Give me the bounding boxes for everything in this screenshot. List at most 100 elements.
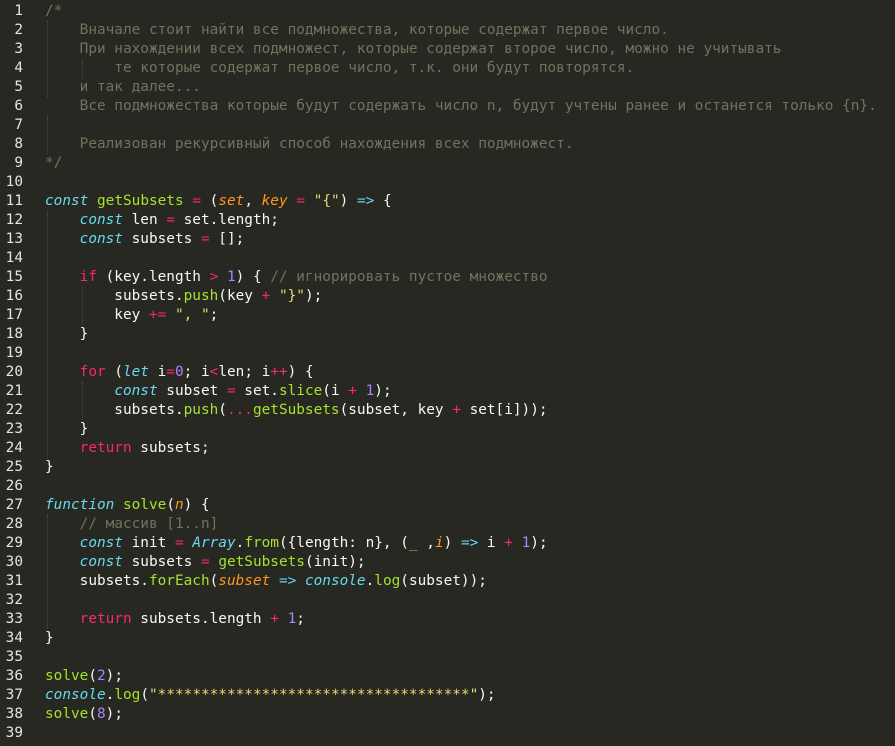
code-line: Все подмножества которые будут содержать…: [45, 97, 877, 116]
code-editor[interactable]: 1 2 3 4 5 6 7 8 9 10 11 12 13 14 15 16 17 18 19 20 21 22 23 24 2…: [0, 0, 895, 746]
code-line: const init = Array.from({length: n}, (_ …: [45, 534, 548, 553]
line-number: 32: [5, 592, 23, 608]
code-line: }: [45, 458, 54, 477]
code-token: =: [226, 383, 236, 399]
code-line: function solve(n) {: [45, 496, 210, 515]
code-token: и так далее...: [45, 79, 201, 95]
line-number: 24: [5, 440, 23, 456]
code-line: */: [45, 154, 62, 173]
code-token: ) {: [183, 497, 210, 513]
line-number: 26: [5, 478, 23, 494]
code-token: +=: [148, 307, 167, 323]
code-token: // массив [1..n]: [79, 516, 219, 532]
code-token: 1: [226, 269, 236, 285]
code-token: {: [374, 193, 392, 209]
code-token: 0: [174, 364, 184, 380]
code-token: .: [235, 535, 245, 551]
code-token: set: [218, 193, 245, 209]
code-token: ;: [209, 307, 219, 323]
code-token: set.: [235, 383, 279, 399]
code-line: if (key.length > 1) { // игнорировать пу…: [45, 268, 548, 287]
code-token: key: [45, 307, 149, 323]
code-token: 8: [97, 706, 106, 722]
code-token: subsets.: [45, 573, 149, 589]
code-token: "}": [278, 288, 305, 304]
line-number: 28: [5, 516, 23, 532]
line-number: 6: [14, 98, 23, 114]
code-token: return: [79, 611, 132, 627]
line-number: 29: [5, 535, 23, 551]
code-token: const: [45, 193, 89, 209]
code-line: subsets.forEach(subset => console.log(su…: [45, 572, 487, 591]
code-token: const: [79, 554, 123, 570]
line-number: 22: [5, 402, 23, 418]
line-number: 8: [14, 136, 23, 152]
code-token: (init);: [304, 554, 366, 570]
code-token: +: [270, 611, 279, 627]
code-token: solve: [45, 706, 89, 722]
code-token: (subset, key: [339, 402, 453, 418]
code-token: ...: [226, 402, 253, 418]
indent-guide: [47, 116, 48, 154]
code-token: let: [122, 364, 149, 380]
code-token: "************************************": [149, 687, 479, 703]
code-token: }: [45, 326, 89, 342]
indent-guide: [81, 287, 83, 325]
code-token: 1: [521, 535, 531, 551]
code-token: const: [79, 212, 123, 228]
code-token: "{": [313, 193, 340, 209]
code-token: init: [122, 535, 175, 551]
code-line: solve(2);: [45, 667, 123, 686]
line-number: 37: [5, 687, 23, 703]
code-token: 2: [97, 668, 106, 684]
code-token: getSubsets: [218, 554, 305, 570]
line-number: 9: [14, 155, 23, 171]
code-token: (: [209, 573, 219, 589]
code-token: solve: [45, 668, 89, 684]
line-number: 21: [5, 383, 23, 399]
code-line: При нахождении всех подмножест, которые …: [45, 40, 782, 59]
code-token: ,: [244, 193, 262, 209]
code-token: subsets: [122, 554, 201, 570]
code-line: solve(8);: [45, 705, 123, 724]
code-token: Вначале стоит найти все подмножества, ко…: [45, 22, 669, 38]
line-number: 25: [5, 459, 23, 475]
line-number: 11: [5, 193, 23, 209]
code-line: /*: [45, 2, 62, 21]
line-number: 4: [14, 60, 23, 76]
code-line: }: [45, 629, 54, 648]
code-token: =>: [460, 535, 479, 551]
code-token: len; i: [218, 364, 271, 380]
code-token: i: [148, 364, 167, 380]
code-token: );: [530, 535, 548, 551]
code-token: console: [45, 687, 106, 703]
code-token: solve: [122, 497, 167, 513]
code-token: [];: [209, 231, 245, 247]
code-line: return subsets;: [45, 439, 210, 458]
code-line: Вначале стоит найти все подмножества, ко…: [45, 21, 669, 40]
code-token: const: [79, 535, 123, 551]
code-token: 1: [287, 611, 297, 627]
line-number: 7: [14, 117, 23, 133]
code-token: // игнорировать пустое множество: [270, 269, 548, 285]
code-token: =: [192, 193, 201, 209]
code-token: (: [88, 668, 97, 684]
code-token: /*: [45, 3, 63, 19]
code-token: (subset));: [400, 573, 487, 589]
code-token: >: [209, 269, 219, 285]
code-token: }: [45, 630, 54, 646]
code-token: (: [140, 687, 149, 703]
line-number: 18: [5, 326, 23, 342]
line-number: 10: [5, 174, 23, 190]
line-number: 34: [5, 630, 23, 646]
code-token: const: [114, 383, 158, 399]
line-number: 1: [14, 3, 23, 19]
